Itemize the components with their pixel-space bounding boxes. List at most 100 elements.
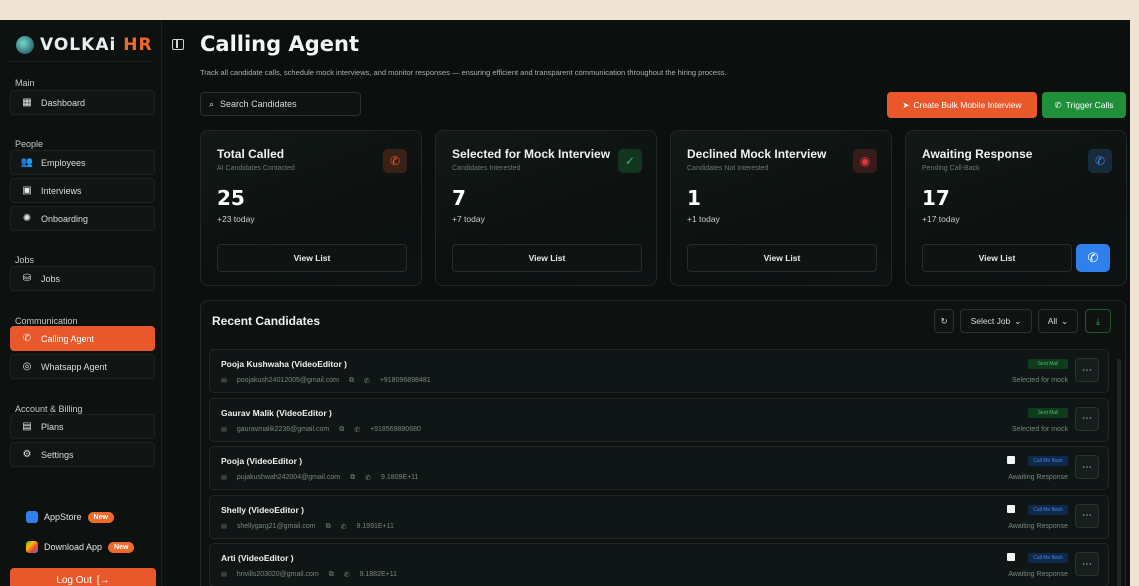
copy-icon[interactable]: ⧉ bbox=[329, 571, 334, 579]
scrollbar[interactable] bbox=[1117, 359, 1121, 586]
logo[interactable]: VOLKAi HR bbox=[8, 28, 153, 62]
stat-value: 17 bbox=[922, 186, 950, 210]
trigger-button-label: Trigger Calls bbox=[1065, 100, 1114, 110]
candidate-status: Awaiting Response bbox=[1008, 474, 1068, 481]
stat-title: Selected for Mock Interview bbox=[452, 147, 611, 161]
stat-subtitle: Pending Call-Back bbox=[922, 165, 980, 172]
stat-today: +23 today bbox=[217, 214, 255, 224]
sidebar-item-label: Settings bbox=[41, 449, 74, 460]
onboarding-icon: ✺ bbox=[22, 213, 32, 224]
appstore-link[interactable]: AppStore New bbox=[26, 508, 162, 526]
sidebar-item-label: Jobs bbox=[41, 273, 61, 284]
sidebar-item-label: Employees bbox=[41, 157, 86, 168]
sidebar-item-label: Whatsapp Agent bbox=[41, 361, 108, 372]
stat-value: 25 bbox=[217, 186, 245, 210]
candidate-row[interactable]: Arti (VideoEditor ) ✉ hrivills203020@gmail… bbox=[209, 543, 1109, 586]
phone-icon: ✆ bbox=[1054, 99, 1062, 110]
sidebar-item-onboarding[interactable]: ✺ Onboarding bbox=[10, 206, 155, 231]
candidate-row[interactable]: Pooja (VideoEditor ) ✉ pujakushwah242004@g… bbox=[209, 446, 1109, 490]
filter-label: All bbox=[1047, 316, 1058, 326]
select-job-dropdown[interactable]: Select Job ⌄ bbox=[960, 309, 1032, 333]
download-button[interactable]: ⤓ bbox=[1085, 309, 1111, 333]
create-bulk-interview-button[interactable]: ➤ Create Bulk Mobile Interview bbox=[887, 92, 1037, 118]
more-options-button[interactable]: ⋯ bbox=[1075, 552, 1099, 576]
candidate-row[interactable]: Gaurav Malik (VideoEditor ) ✉ gauravmalik2… bbox=[209, 397, 1109, 442]
download-label: Download App bbox=[44, 542, 103, 552]
candidate-row[interactable]: Pooja Kushwaha (VideoEditor ) ✉ poojakush2… bbox=[209, 349, 1109, 393]
stat-card: Selected for Mock Interview Candidates In… bbox=[435, 130, 657, 286]
filter-dropdown[interactable]: All ⌄ bbox=[1038, 309, 1078, 333]
more-options-button[interactable]: ⋯ bbox=[1075, 406, 1099, 431]
row-checkbox[interactable] bbox=[1007, 553, 1015, 561]
row-checkbox[interactable] bbox=[1007, 456, 1015, 464]
search-input[interactable]: ⌕ Search Candidates bbox=[200, 92, 361, 116]
candidate-phone: +918569890680 bbox=[370, 425, 421, 433]
users-icon: 👥 bbox=[20, 157, 34, 168]
candidate-contact: ✉ pujakushwah242004@gmail.com ⧉ ✆ 9.1809E+11 bbox=[221, 474, 418, 482]
trigger-calls-button[interactable]: ✆ Trigger Calls bbox=[1042, 92, 1126, 118]
sidebar-item-dashboard[interactable]: ▦ Dashboard bbox=[10, 90, 155, 115]
search-icon: ⌕ bbox=[209, 98, 215, 109]
sidebar-item-interviews[interactable]: ▣ Interviews bbox=[10, 178, 155, 203]
mail-icon: ✉ bbox=[221, 378, 227, 385]
phone-icon: ✆ bbox=[354, 426, 361, 434]
appstore-icon bbox=[26, 511, 38, 523]
call-button[interactable]: ✆ bbox=[1076, 244, 1110, 272]
appstore-label: AppStore bbox=[44, 512, 82, 522]
copy-icon[interactable]: ⧉ bbox=[326, 523, 331, 531]
candidate-status: Selected for mock bbox=[1011, 377, 1068, 384]
check-circle-icon: ✓ bbox=[618, 149, 642, 173]
view-list-button[interactable]: View List bbox=[687, 244, 877, 272]
sidebar-item-settings[interactable]: ⚙ Settings bbox=[10, 442, 155, 467]
status-badge: Sent Mail bbox=[1028, 407, 1068, 418]
stat-today: +7 today bbox=[452, 214, 485, 224]
stat-subtitle: Candidates Not Interested bbox=[687, 165, 769, 172]
mail-icon: ✉ bbox=[221, 426, 227, 434]
copy-icon[interactable]: ⧉ bbox=[339, 426, 344, 434]
sidebar-item-label: Plans bbox=[41, 421, 64, 432]
candidate-contact: ✉ gauravmalik2236@gmail.com ⧉ ✆ +91856989068… bbox=[221, 426, 421, 434]
gear-icon: ⚙ bbox=[22, 449, 32, 460]
sidebar-item-plans[interactable]: ▤ Plans bbox=[10, 414, 155, 439]
more-options-button[interactable]: ⋯ bbox=[1075, 455, 1099, 479]
stat-subtitle: AI Candidates Contacted bbox=[217, 165, 295, 172]
logout-button[interactable]: Log Out [→ bbox=[10, 568, 156, 586]
sidebar-item-jobs[interactable]: ⛁ Jobs bbox=[10, 266, 155, 291]
more-options-button[interactable]: ⋯ bbox=[1075, 358, 1099, 382]
sidebar-toggle-icon[interactable] bbox=[172, 39, 184, 50]
plans-icon: ▤ bbox=[22, 421, 32, 432]
recent-candidates-panel: Recent Candidates ↻ Select Job ⌄ All ⌄ ⤓ P… bbox=[200, 300, 1126, 586]
download-icon: ⤓ bbox=[1096, 315, 1100, 326]
refresh-icon: ↻ bbox=[940, 315, 948, 326]
new-badge: New bbox=[87, 511, 114, 523]
chevron-down-icon: ⌄ bbox=[1014, 315, 1022, 326]
candidate-row[interactable]: Shelly (VideoEditor ) ✉ shellygarg21@gmail… bbox=[209, 494, 1109, 539]
download-app-link[interactable]: Download App New bbox=[26, 538, 162, 556]
sidebar-item-calling-agent[interactable]: ✆ Calling Agent bbox=[10, 326, 155, 351]
phone-icon: ✆ bbox=[363, 378, 370, 385]
refresh-button[interactable]: ↻ bbox=[934, 309, 954, 333]
candidate-phone: 9.1809E+11 bbox=[380, 474, 419, 481]
row-checkbox[interactable] bbox=[1007, 504, 1015, 513]
interviews-icon: ▣ bbox=[22, 185, 32, 196]
mail-icon: ✉ bbox=[221, 572, 227, 579]
copy-icon[interactable]: ⧉ bbox=[349, 377, 354, 385]
sidebar-item-employees[interactable]: 👥 Employees bbox=[10, 150, 155, 175]
brain-logo-icon bbox=[16, 35, 34, 54]
view-list-button[interactable]: View List bbox=[452, 244, 642, 272]
page-title: Calling Agent bbox=[200, 32, 359, 56]
view-list-button[interactable]: View List bbox=[217, 244, 407, 272]
more-options-button[interactable]: ⋯ bbox=[1075, 503, 1099, 528]
sidebar: VOLKAi HR Main ▦ Dashboard People 👥 Employees… bbox=[0, 20, 162, 586]
sidebar-item-whatsapp-agent[interactable]: ◎ Whatsapp Agent bbox=[10, 354, 155, 379]
view-list-button[interactable]: View List bbox=[922, 244, 1072, 272]
candidate-phone: 9.1991E+11 bbox=[356, 522, 394, 530]
candidate-email: shellygarg21@gmail.com bbox=[236, 522, 316, 530]
mail-icon: ✉ bbox=[221, 475, 227, 482]
candidate-name: Pooja (VideoEditor ) bbox=[221, 456, 303, 466]
phone-icon: ✆ bbox=[343, 572, 350, 579]
new-badge: New bbox=[108, 541, 135, 553]
copy-icon[interactable]: ⧉ bbox=[350, 474, 355, 482]
status-badge: Call Me Back bbox=[1028, 504, 1068, 515]
stat-today: +17 today bbox=[922, 214, 960, 224]
